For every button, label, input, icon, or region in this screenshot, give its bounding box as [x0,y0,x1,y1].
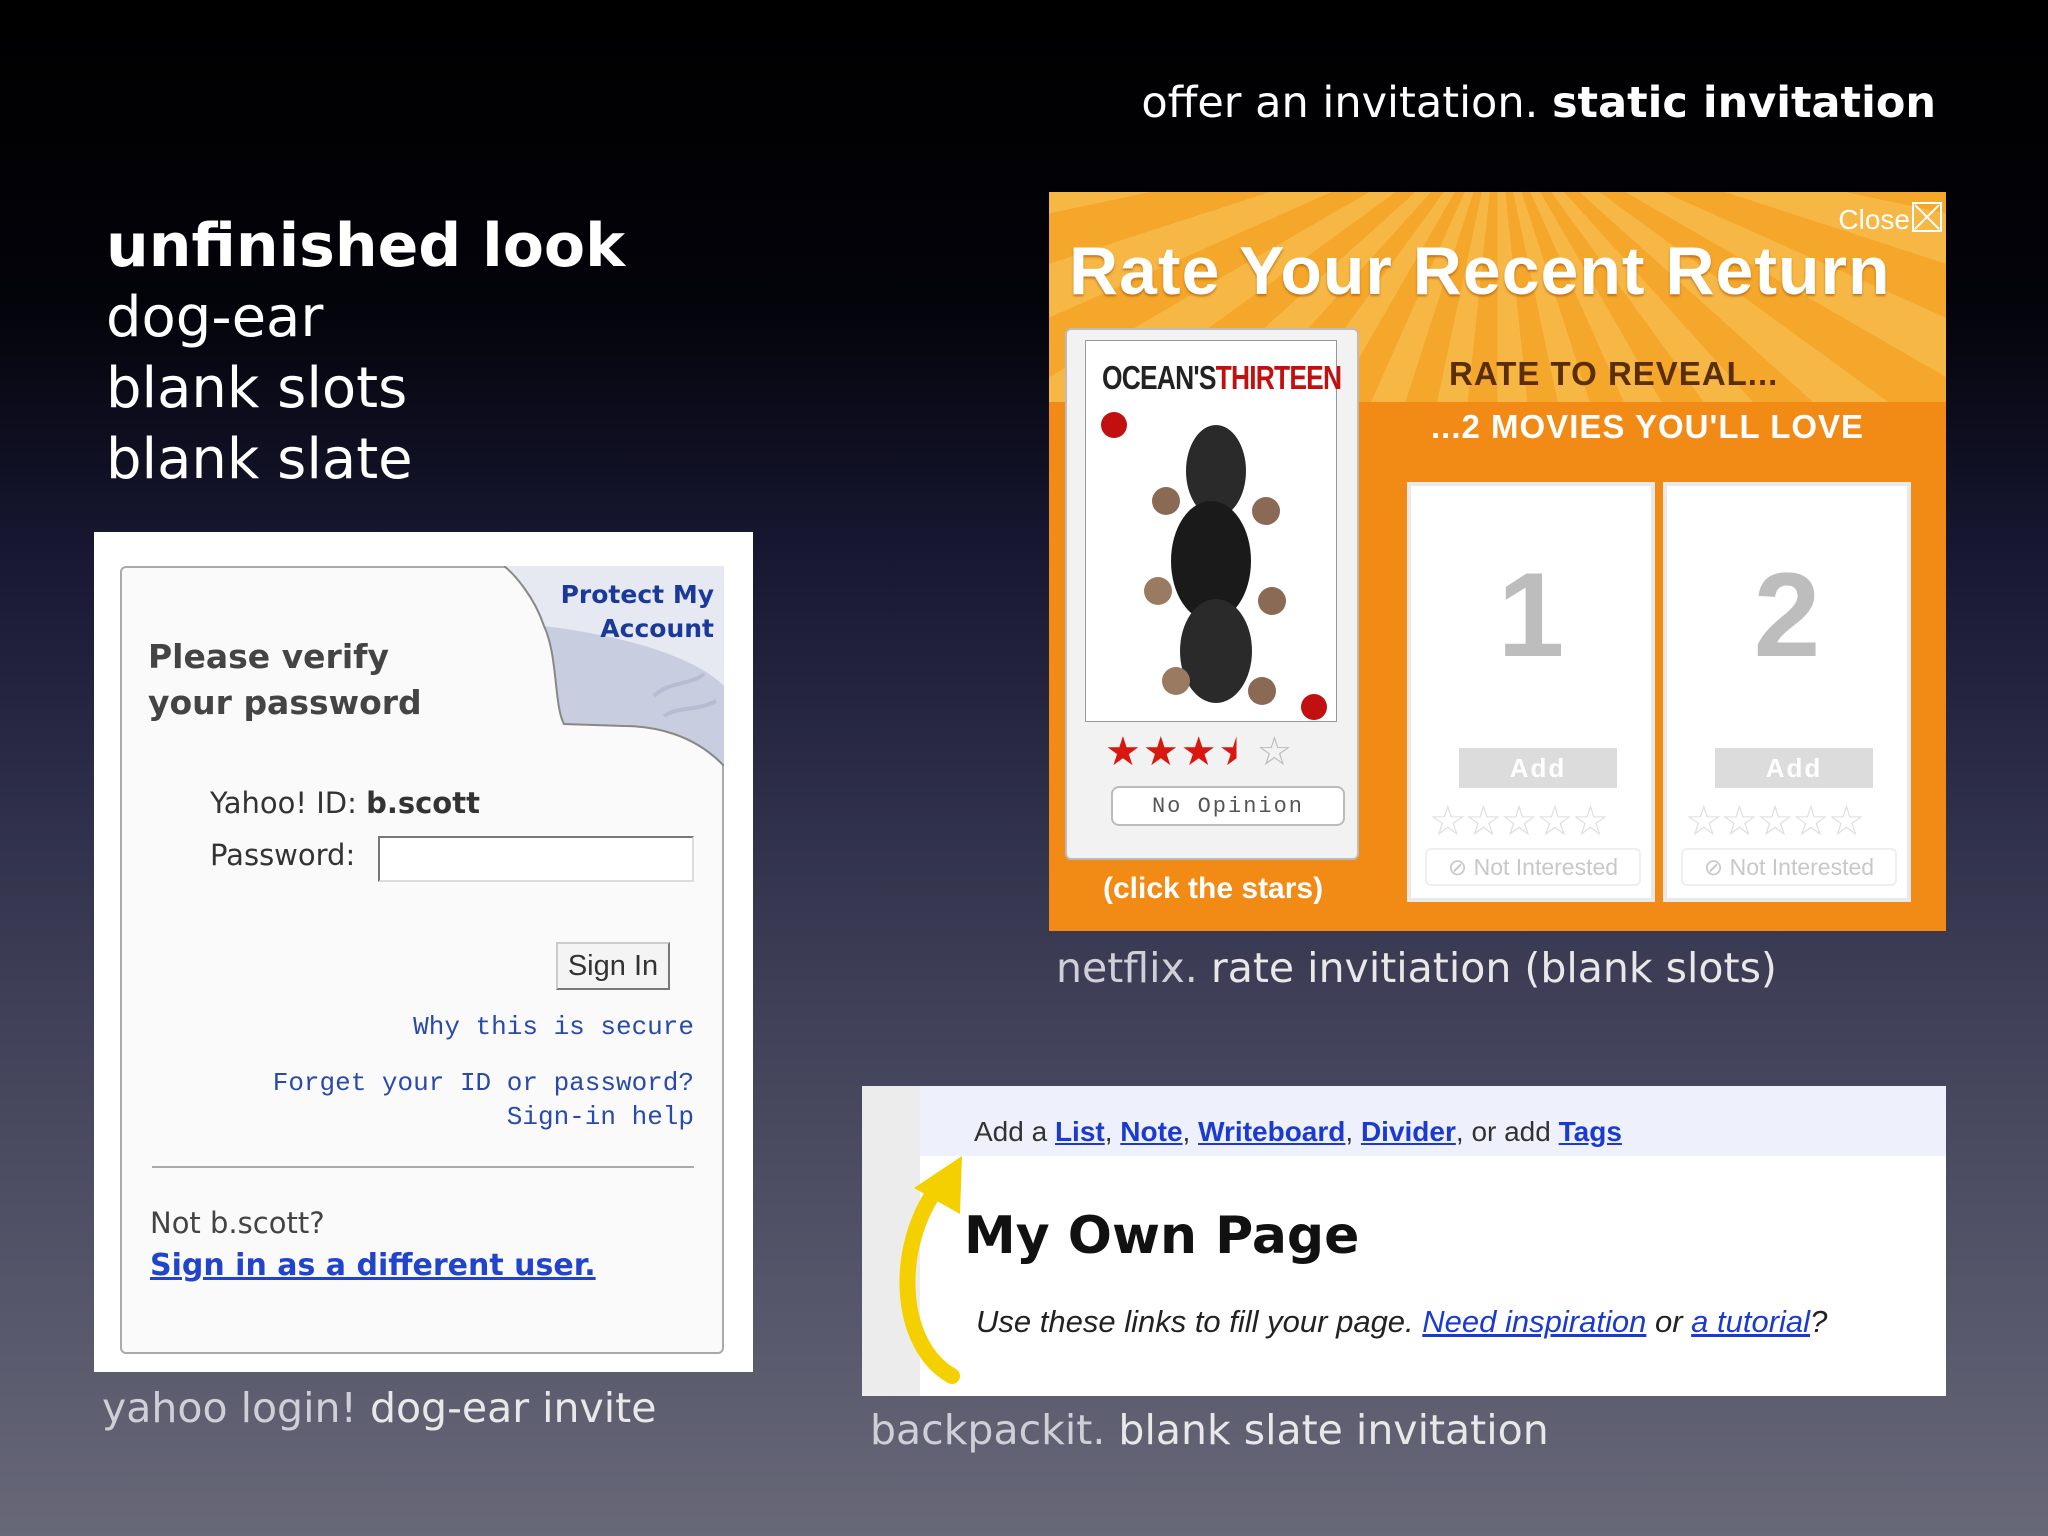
why-secure-link[interactable]: Why this is secure [413,1012,694,1042]
rating-star-icon[interactable]: ★ [1181,730,1217,774]
not-interested-label: Not Interested [1473,854,1619,880]
blank-slot-2: 2 Add ☆☆☆☆☆ ⊘ Not Interested [1663,482,1911,902]
rating-star-icon[interactable]: ★ [1143,730,1179,774]
not-interested-button[interactable]: ⊘ Not Interested [1681,848,1897,886]
add-writeboard-link[interactable]: Writeboard [1198,1116,1345,1147]
forgot-id-link[interactable]: Forget your ID or password? [273,1068,694,1098]
two-movies-text: ...2 MOVIES YOU'LL LOVE [1431,408,1865,445]
hint-text: Use these links to fill your page. [976,1304,1414,1339]
header-bold: static invitation [1551,78,1936,128]
slot-number: 1 [1497,548,1565,682]
left-line-2: blank slots [106,356,408,421]
close-icon[interactable] [1912,202,1942,232]
poster-title: OCEAN'STHIRTEEN [1102,359,1342,397]
movie-card: OCEAN'STHIRTEEN ★ ★ ★ ★ ☆ No Opinion [1065,328,1359,860]
netflix-caption: netflix. rate invitiation (blank slots) [1056,944,1777,992]
add-note-link[interactable]: Note [1120,1116,1182,1147]
backpack-caption-bold: blank slate invitation [1118,1406,1549,1454]
not-user-text: Not b.scott? [150,1206,325,1240]
header-light: offer an invitation. [1141,78,1539,128]
tutorial-link[interactable]: a tutorial [1691,1304,1810,1339]
add-tags-link[interactable]: Tags [1559,1116,1622,1147]
yahoo-login-panel: Protect My Account Please verify your pa… [94,532,753,1372]
verify-line-2: your password [148,683,422,722]
sign-in-button[interactable]: Sign In [556,942,670,990]
slot-add-button[interactable]: Add [1459,748,1617,788]
rating-star-icon[interactable]: ★ [1105,730,1141,774]
no-opinion-label: No Opinion [1151,793,1305,819]
need-inspiration-link[interactable]: Need inspiration [1422,1304,1646,1339]
not-interested-label: Not Interested [1729,854,1875,880]
poster-title-b: THIRTEEN [1215,359,1342,396]
yahoo-caption-light: yahoo login! [102,1384,357,1432]
rate-reveal-text: RATE TO REVEAL... [1449,355,1779,392]
rating-star-icon[interactable]: ☆ [1256,730,1292,774]
yahoo-caption: yahoo login! dog-ear invite [102,1384,656,1432]
backpack-caption-light: backpackit. [870,1406,1106,1454]
yahoo-login-card: Protect My Account Please verify your pa… [120,566,724,1354]
sign-in-help-link[interactable]: Sign-in help [507,1102,694,1132]
slide-header: offer an invitation. static invitation [1141,78,1936,128]
netflix-title: Rate Your Recent Return [1069,233,1891,309]
yahoo-id-label: Yahoo! ID: [210,786,357,820]
netflix-caption-light: netflix. [1056,944,1198,992]
verify-heading: Please verify your password [148,634,422,726]
left-heading: unfinished look [106,211,626,281]
protect-account-link[interactable]: Protect My Account [561,578,714,646]
yahoo-id-row: Yahoo! ID: b.scott [210,786,480,820]
backpack-hint: Use these links to fill your page. Need … [976,1304,1827,1340]
netflix-caption-bold: rate invitiation (blank slots) [1210,944,1777,992]
rating-star-icon[interactable]: ★ [1219,730,1255,774]
rating-stars[interactable]: ★ ★ ★ ★ ☆ [1105,730,1292,774]
poster-art-icon [1101,412,1327,720]
protect-line-1: Protect My [560,580,714,609]
backpack-caption: backpackit. blank slate invitation [870,1406,1549,1454]
yahoo-id-value: b.scott [366,786,480,820]
movie-poster: OCEAN'STHIRTEEN [1085,340,1342,722]
end-punct: ? [1810,1304,1828,1339]
not-interested-button[interactable]: ⊘ Not Interested [1425,848,1641,886]
click-stars-hint: (click the stars) [1103,872,1324,905]
different-user-link[interactable]: Sign in as a different user. [150,1248,596,1283]
password-label: Password: [210,838,356,872]
divider [152,1166,694,1168]
verify-line-1: Please verify [148,637,390,676]
or-text: or [1654,1304,1683,1339]
page-title: My Own Page [964,1206,1360,1266]
protect-line-2: Account [600,614,714,643]
backpack-add-links: Add a List, Note, Writeboard, Divider, o… [974,1116,1622,1147]
slot-rating-stars[interactable]: ☆☆☆☆☆ [1685,796,1865,845]
add-divider-link[interactable]: Divider [1361,1116,1456,1147]
slot-number: 2 [1753,548,1821,682]
left-line-3: blank slate [106,427,413,492]
poster-title-a: OCEAN'S [1102,359,1216,396]
no-opinion-button[interactable]: No Opinion [1111,786,1345,826]
slot-add-button[interactable]: Add [1715,748,1873,788]
left-line-1: dog-ear [106,285,324,350]
backpackit-panel: Add a List, Note, Writeboard, Divider, o… [862,1086,1946,1396]
left-title-block: unfinished look dog-ear blank slots blan… [106,210,625,495]
blank-slot-1: 1 Add ☆☆☆☆☆ ⊘ Not Interested [1407,482,1655,902]
password-input[interactable] [378,836,694,882]
yahoo-caption-bold: dog-ear invite [369,1384,657,1432]
netflix-rating-panel: Close Rate Your Recent Return OCEAN'STHI… [1049,192,1946,931]
or-add-text: or add [1471,1116,1551,1147]
add-list-link[interactable]: List [1055,1116,1105,1147]
slot-rating-stars[interactable]: ☆☆☆☆☆ [1429,796,1609,845]
